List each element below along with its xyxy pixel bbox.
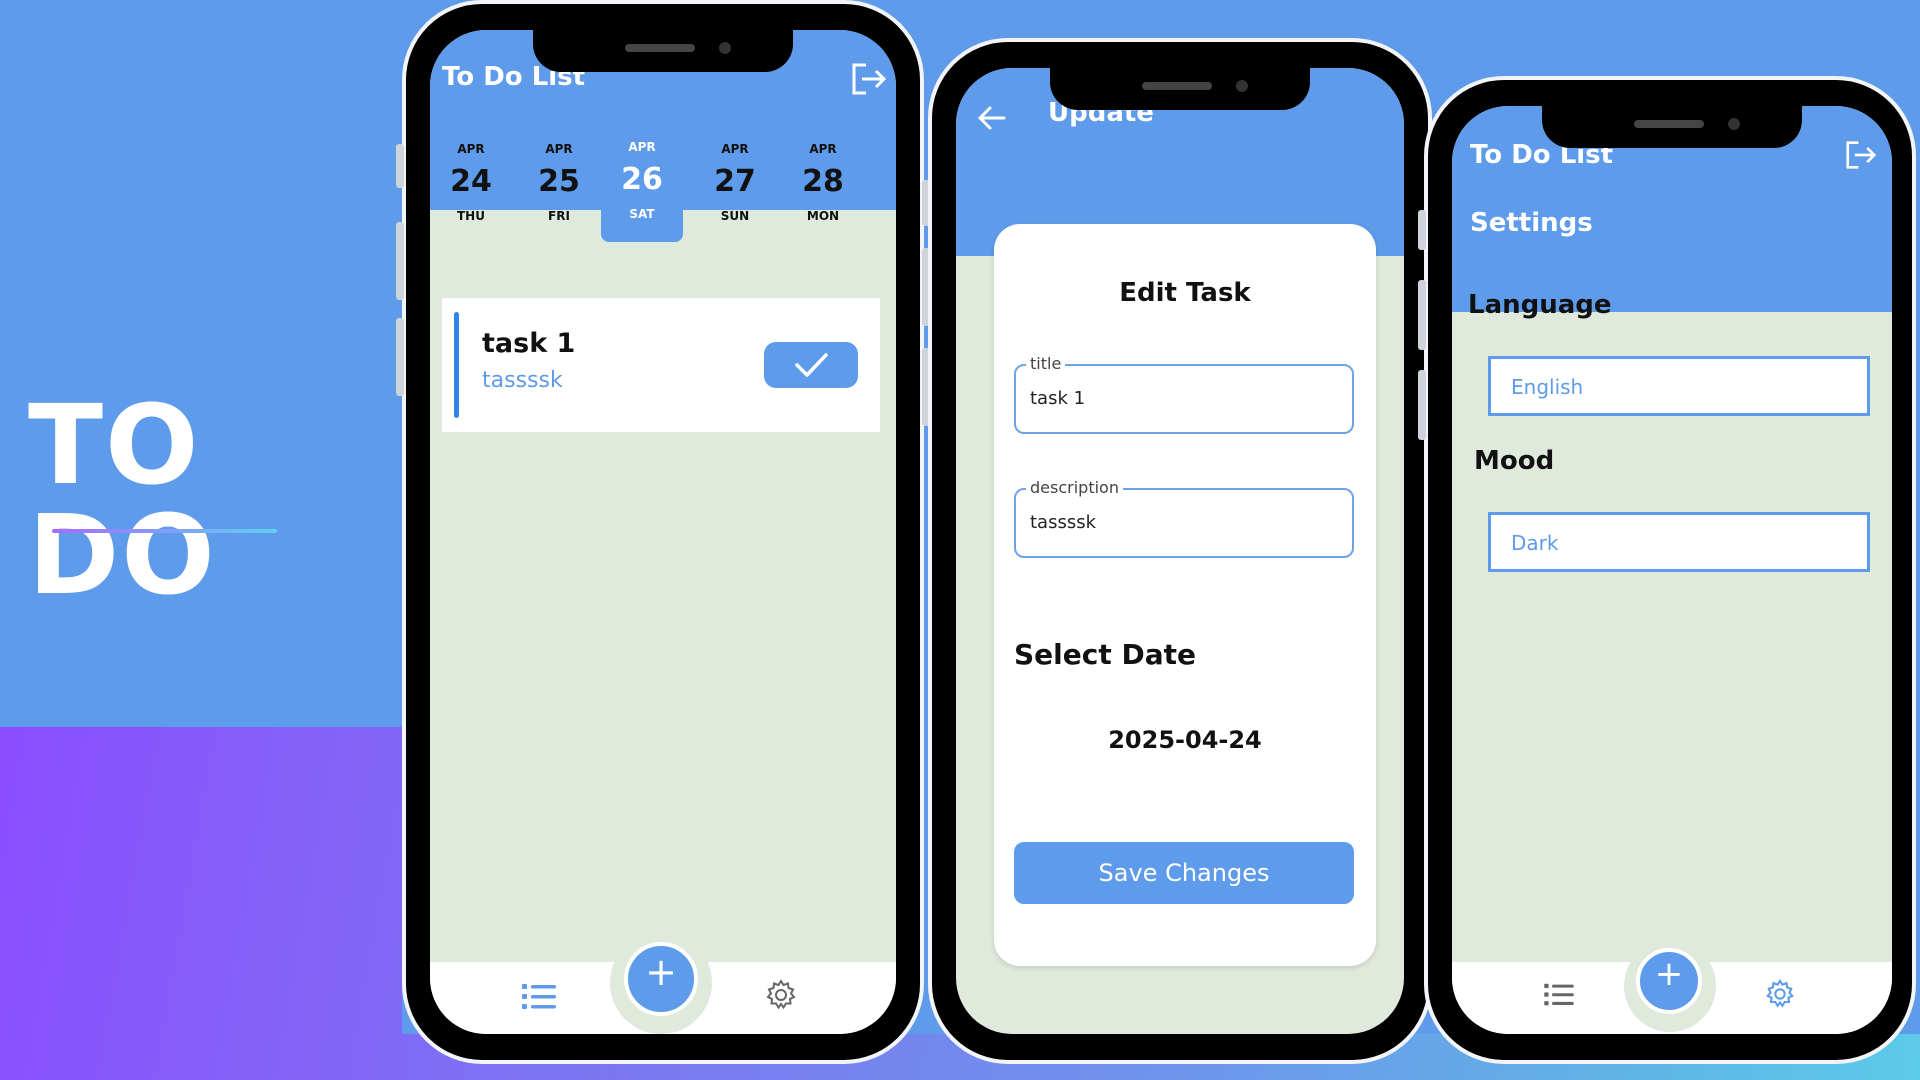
plus-icon: + bbox=[1654, 954, 1684, 994]
description-field[interactable]: description tassssk bbox=[1014, 478, 1354, 558]
date-day: 27 bbox=[714, 164, 756, 199]
checkmark-icon bbox=[795, 353, 828, 377]
mood-value: Dark bbox=[1511, 531, 1559, 555]
mood-label: Mood bbox=[1474, 446, 1555, 476]
mood-dropdown[interactable]: Dark bbox=[1488, 512, 1870, 572]
title-field[interactable]: title task 1 bbox=[1014, 354, 1354, 434]
add-task-button[interactable]: + bbox=[624, 942, 698, 1016]
phone-side-button bbox=[1418, 280, 1426, 350]
gear-icon[interactable] bbox=[764, 978, 798, 1016]
date-month: APR bbox=[457, 142, 485, 156]
phone-side-button bbox=[396, 222, 404, 300]
phone-side-button bbox=[1418, 370, 1426, 440]
description-field-label: description bbox=[1026, 478, 1123, 497]
speaker bbox=[1634, 120, 1704, 128]
date-month: APR bbox=[721, 142, 749, 156]
date-day: 28 bbox=[802, 164, 844, 199]
title-field-value: task 1 bbox=[1030, 388, 1086, 409]
task-accent-bar bbox=[454, 312, 459, 418]
language-label: Language bbox=[1468, 290, 1612, 320]
date-cell[interactable]: APR 27 SUN bbox=[694, 132, 776, 240]
logout-icon[interactable] bbox=[1844, 140, 1882, 174]
date-weekday: SUN bbox=[720, 209, 750, 223]
date-month: APR bbox=[809, 142, 837, 156]
notch bbox=[533, 30, 793, 72]
title-field-label: title bbox=[1026, 354, 1066, 373]
date-cell[interactable]: APR 28 MON bbox=[782, 132, 864, 240]
list-icon[interactable] bbox=[522, 982, 556, 1016]
card-title: Edit Task bbox=[1119, 278, 1251, 308]
date-cell[interactable]: APR 24 THU bbox=[430, 132, 512, 240]
screen: To Do List APR 24 THU APR 25 FRI APR 26 … bbox=[430, 30, 896, 1034]
phone-task-list: To Do List APR 24 THU APR 25 FRI APR 26 … bbox=[396, 0, 930, 1064]
task-card[interactable]: task 1 tassssk bbox=[442, 298, 880, 432]
date-cell[interactable]: APR 25 FRI bbox=[518, 132, 600, 240]
back-arrow-icon[interactable] bbox=[976, 102, 1008, 134]
logout-icon[interactable] bbox=[850, 62, 888, 96]
select-date-label: Select Date bbox=[1014, 638, 1196, 671]
description-field-value: tassssk bbox=[1030, 512, 1097, 533]
language-value: English bbox=[1511, 375, 1584, 399]
camera bbox=[1236, 80, 1248, 92]
task-title: task 1 bbox=[482, 328, 576, 359]
task-description: tassssk bbox=[482, 368, 563, 393]
list-icon[interactable] bbox=[1544, 982, 1574, 1012]
date-month: APR bbox=[545, 142, 573, 156]
hero-underline bbox=[52, 529, 277, 533]
notch bbox=[1542, 106, 1802, 148]
date-day: 24 bbox=[450, 164, 492, 199]
gear-icon[interactable] bbox=[1764, 978, 1796, 1014]
date-weekday: MON bbox=[806, 209, 840, 223]
hero-title: TO DO bbox=[28, 381, 217, 619]
date-day: 26 bbox=[621, 162, 663, 197]
save-changes-button[interactable]: Save Changes bbox=[1014, 842, 1354, 904]
date-weekday: FRI bbox=[548, 209, 570, 223]
mark-done-button[interactable] bbox=[764, 342, 858, 388]
settings-title: Settings bbox=[1470, 208, 1593, 238]
phone-side-button bbox=[1418, 210, 1426, 250]
notch bbox=[1050, 68, 1310, 110]
add-task-button[interactable]: + bbox=[1636, 948, 1702, 1014]
phone-settings: To Do List Settings Language English Moo… bbox=[1418, 76, 1916, 1064]
plus-icon: + bbox=[645, 950, 677, 994]
date-strip: APR 24 THU APR 25 FRI APR 26 SAT APR 27 … bbox=[430, 130, 896, 252]
phone-update-task: Update Edit Task title task 1 descriptio… bbox=[928, 38, 1438, 1064]
screen: Update Edit Task title task 1 descriptio… bbox=[956, 68, 1404, 1034]
speaker bbox=[625, 44, 695, 52]
phone-side-button bbox=[396, 318, 404, 396]
camera bbox=[1728, 118, 1740, 130]
speaker bbox=[1142, 82, 1212, 90]
date-month: APR bbox=[628, 140, 656, 154]
date-day: 25 bbox=[538, 164, 580, 199]
phone-side-button bbox=[396, 144, 404, 188]
edit-task-card: Edit Task title task 1 description tasss… bbox=[994, 224, 1376, 966]
selected-date[interactable]: 2025-04-24 bbox=[994, 726, 1376, 754]
language-dropdown[interactable]: English bbox=[1488, 356, 1870, 416]
date-weekday: SAT bbox=[629, 207, 655, 221]
screen: To Do List Settings Language English Moo… bbox=[1452, 106, 1892, 1034]
camera bbox=[719, 42, 731, 54]
date-weekday: THU bbox=[457, 209, 485, 223]
date-cell-selected[interactable]: APR 26 SAT bbox=[601, 130, 683, 242]
